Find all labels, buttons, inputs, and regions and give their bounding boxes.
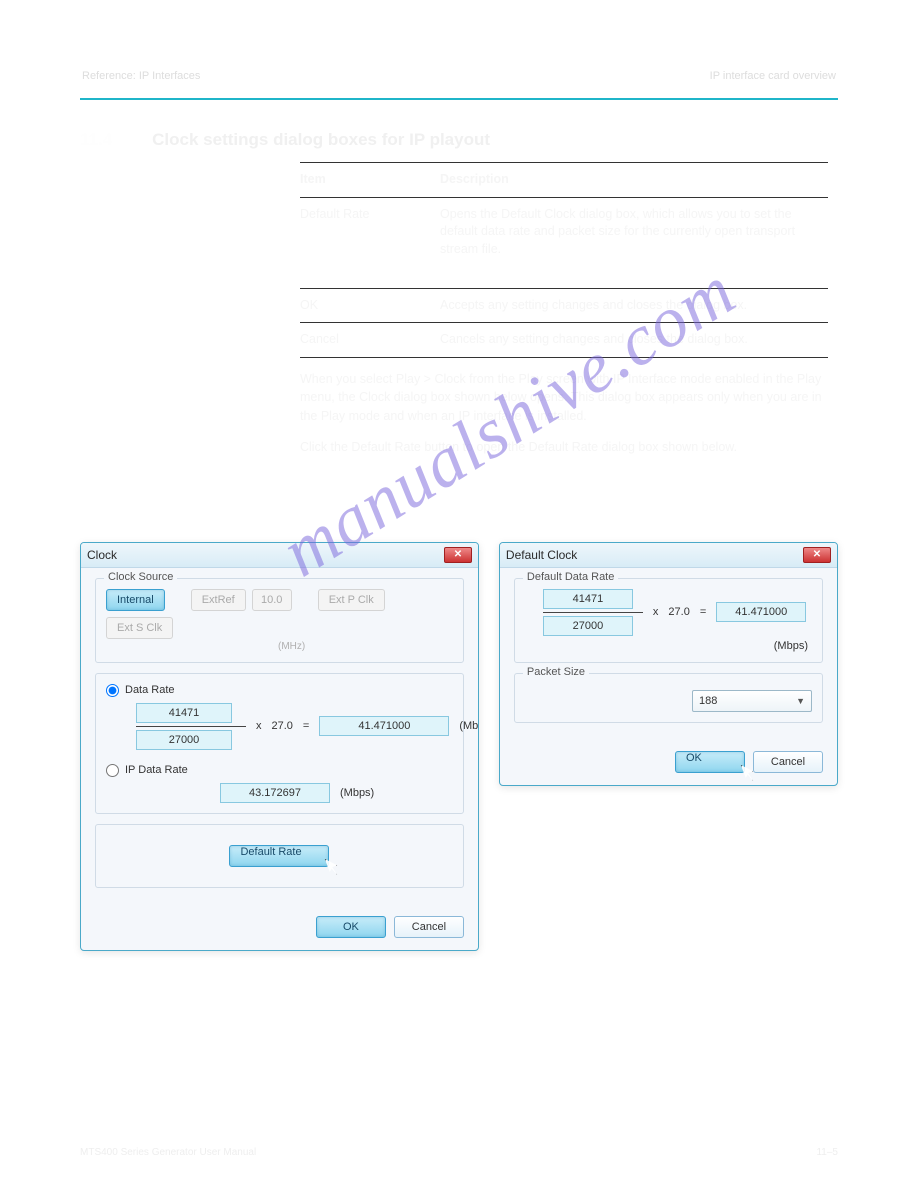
numerator-input[interactable] [136, 703, 232, 723]
data-rate-label: Data Rate [125, 684, 175, 696]
footer-right: 11–5 [816, 1147, 838, 1158]
multiplier-value: 27.0 [272, 720, 293, 732]
running-head-left: Reference: IP Interfaces [82, 70, 200, 82]
ip-mbps-label: (Mbps) [340, 787, 374, 799]
equals-symbol: = [303, 720, 309, 732]
row2-desc: Accepts any setting changes and closes t… [440, 297, 828, 315]
ip-rate-input[interactable] [220, 783, 330, 803]
row1-item: Default Rate [300, 206, 440, 280]
mult-symbol: x [256, 720, 262, 732]
header-divider [80, 98, 838, 100]
default-multiplier: 27.0 [668, 606, 689, 618]
clock-source-label: Clock Source [104, 571, 177, 583]
default-data-rate-label: Default Data Rate [523, 571, 618, 583]
th-item: Item [300, 171, 440, 189]
internal-button[interactable]: Internal [106, 589, 165, 611]
explanatory-paragraph-1: When you select Play > Clock from the Pl… [300, 370, 828, 426]
mult-symbol: x [653, 606, 659, 618]
default-numerator-input[interactable] [543, 589, 633, 609]
denominator-input[interactable] [136, 730, 232, 750]
extref-button[interactable]: ExtRef [191, 589, 246, 611]
default-rate-button[interactable]: Default Rate [229, 845, 329, 867]
default-ok-button[interactable]: OK [675, 751, 745, 773]
ip-data-rate-label: IP Data Rate [125, 764, 188, 776]
explanatory-paragraph-2: Click the Default Rate button to open th… [300, 438, 828, 457]
default-clock-title: Default Clock [506, 548, 577, 562]
chevron-down-icon: ▼ [796, 696, 805, 706]
fraction-line [543, 612, 643, 613]
default-cancel-button[interactable]: Cancel [753, 751, 823, 773]
row3-item: Cancel [300, 331, 440, 349]
ext-p-clk-button[interactable]: Ext P Clk [318, 589, 385, 611]
section-title: Clock settings dialog boxes for IP playo… [152, 130, 490, 150]
equals-symbol: = [700, 606, 706, 618]
row1-desc: Opens the Default Clock dialog box, whic… [440, 206, 828, 280]
packet-size-label: Packet Size [523, 666, 589, 678]
th-desc: Description [440, 171, 828, 189]
mbps-label: (Mbps) [459, 720, 479, 732]
default-denominator-input[interactable] [543, 616, 633, 636]
data-rate-radio[interactable] [106, 684, 119, 697]
ok-button[interactable]: OK [316, 916, 386, 938]
close-icon[interactable]: ✕ [803, 547, 831, 563]
footer-left: MTS400 Series Generator User Manual [80, 1147, 256, 1158]
mhz-label: (MHz) [278, 641, 453, 652]
packet-size-value: 188 [699, 695, 717, 707]
section-number: 11.4 [80, 130, 112, 150]
table-rule-bottom [300, 357, 828, 358]
packet-size-select[interactable]: 188 ▼ [692, 690, 812, 712]
row2-item: OK [300, 297, 440, 315]
clock-dialog-title: Clock [87, 548, 117, 562]
default-clock-dialog: Default Clock ✕ Default Data Rate x 27.0… [499, 542, 838, 786]
result-input[interactable] [319, 716, 449, 736]
default-mbps-label: (Mbps) [525, 640, 812, 652]
cancel-button[interactable]: Cancel [394, 916, 464, 938]
ip-data-rate-radio[interactable] [106, 764, 119, 777]
row3-desc: Cancels any setting changes and closes t… [440, 331, 828, 349]
freq-button[interactable]: 10.0 [252, 589, 292, 611]
fraction-line [136, 726, 246, 727]
ext-s-clk-button[interactable]: Ext S Clk [106, 617, 173, 639]
running-head-right: IP interface card overview [710, 70, 836, 82]
clock-dialog: Clock ✕ Clock Source Internal ExtRef 10.… [80, 542, 479, 951]
close-icon[interactable]: ✕ [444, 547, 472, 563]
default-result-input[interactable] [716, 602, 806, 622]
